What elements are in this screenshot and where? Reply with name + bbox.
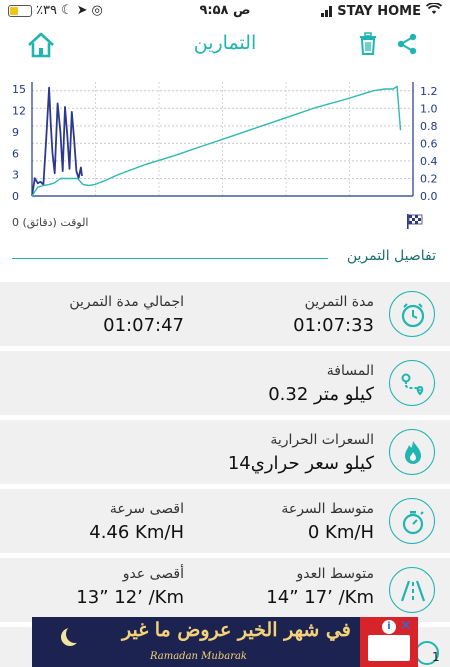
- right-axis-tick: 0.8: [420, 120, 438, 133]
- wifi-icon: [425, 2, 443, 19]
- ad-banner[interactable]: في شهر الخير عروض ما غير Ramadan Mubarak…: [32, 617, 418, 667]
- right-axis-tick: 0.4: [420, 155, 438, 168]
- workout-chart: 1.2 1.0 0.8 0.6 0.4 0.2 0.0 15 12 9 6 3 0: [0, 72, 450, 212]
- left-axis-tick: 15: [12, 83, 26, 96]
- calories-label: السعرات الحرارية: [270, 432, 374, 448]
- duration-value: 01:07:33: [293, 315, 374, 336]
- stat-row-duration: مدة التمرين 01:07:33 اجمالي مدة التمرين …: [0, 282, 450, 346]
- calories-value: 14كيلو سعر حراري: [227, 453, 374, 474]
- right-axis-tick: 1.0: [420, 102, 438, 115]
- section-title: تفاصيل التمرين: [346, 248, 436, 264]
- avg-pace-value: 14” 17’ /Km: [266, 587, 374, 608]
- crescent-moon-icon: [66, 625, 84, 643]
- ad-info-icon[interactable]: i: [382, 620, 396, 634]
- chart-svg: 1.2 1.0 0.8 0.6 0.4 0.2 0.0 15 12 9 6 3 0: [12, 82, 438, 203]
- carrier-name: STAY HOME: [337, 3, 421, 19]
- total-duration-label: اجمالي مدة التمرين: [69, 294, 184, 310]
- stat-row-pace: متوسط العدو 14” 17’ /Km أقصى عدو 13” 12’…: [0, 558, 450, 622]
- speedometer-icon: [389, 498, 435, 544]
- right-axis-tick: 0.2: [420, 172, 438, 185]
- max-pace-value: 13” 12’ /Km: [76, 587, 184, 608]
- ad-product-image: [368, 635, 410, 661]
- home-icon: [28, 32, 54, 58]
- right-axis-tick: 1.2: [420, 85, 438, 98]
- duration-label: مدة التمرين: [304, 294, 374, 310]
- distance-value: 0.32 كيلو متر: [268, 384, 374, 405]
- ad-close-icon[interactable]: ✕: [400, 618, 412, 634]
- stat-row-calories: السعرات الحرارية 14كيلو سعر حراري: [0, 420, 450, 484]
- signal-bars-icon: [321, 5, 333, 17]
- road-icon: [389, 567, 435, 613]
- app-header: التمارين: [0, 28, 450, 64]
- stat-row-speed: متوسط السرعة 0 Km/H اقصى سرعة 4.46 Km/H: [0, 489, 450, 553]
- left-axis-tick: 3: [12, 169, 19, 182]
- avg-speed-value: 0 Km/H: [307, 522, 374, 543]
- home-button[interactable]: [26, 32, 56, 62]
- left-axis-tick: 0: [12, 190, 19, 203]
- avg-speed-label: متوسط السرعة: [281, 501, 374, 517]
- status-right: STAY HOME: [321, 2, 443, 19]
- right-axis-tick: 0.0: [420, 190, 438, 203]
- flame-icon: [389, 429, 435, 475]
- ad-subline: Ramadan Mubarak: [150, 651, 247, 662]
- x-axis-label: 0 الوقت (دقائق): [12, 216, 89, 229]
- left-axis-tick: 9: [12, 126, 19, 139]
- page-title: التمارين: [193, 32, 257, 54]
- max-speed-label: اقصى سرعة: [109, 501, 184, 517]
- max-speed-value: 4.46 Km/H: [89, 522, 184, 543]
- max-pace-label: أقصى عدو: [122, 566, 184, 582]
- status-bar: ٪۳۹ ☾ ➤ ◎ ۹:۵۸ ص STAY HOME: [0, 0, 450, 22]
- right-axis-tick: 0.6: [420, 137, 438, 150]
- finish-flag-icon: [406, 213, 424, 233]
- total-duration-value: 01:07:47: [103, 315, 184, 336]
- section-divider: [12, 258, 328, 259]
- route-map-icon: [389, 360, 435, 406]
- avg-pace-label: متوسط العدو: [296, 566, 374, 582]
- ad-headline: في شهر الخير عروض ما غير: [122, 619, 351, 641]
- series-line-left: [31, 86, 83, 197]
- left-axis-tick: 12: [12, 105, 26, 118]
- left-axis-tick: 6: [12, 147, 19, 160]
- stat-row-distance: المسافة 0.32 كيلو متر: [0, 351, 450, 415]
- series-line-right: [31, 85, 402, 197]
- distance-label: المسافة: [326, 363, 374, 379]
- page-badge: 1: [432, 650, 440, 664]
- timer-icon: [389, 291, 435, 337]
